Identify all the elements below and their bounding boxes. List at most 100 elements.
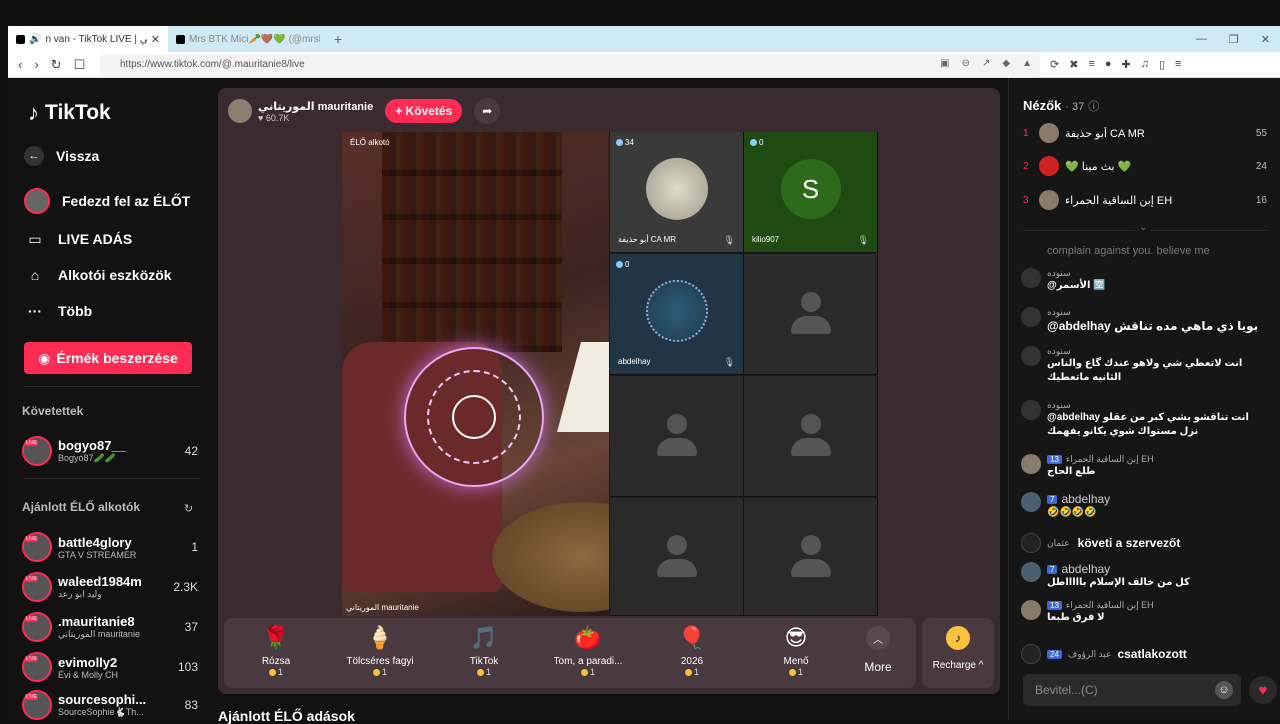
guest-slot[interactable]: 0 abdelhay 🎙 — [610, 254, 744, 375]
url-field[interactable]: https://www.tiktok.com/@.mauritanie8/liv… — [100, 53, 1040, 76]
host-avatar[interactable] — [228, 99, 252, 123]
gift-price-value: 1 — [797, 667, 803, 677]
empty-guest-slot[interactable] — [744, 254, 878, 375]
balloon-2026-icon: 🎈 — [678, 625, 706, 650]
refresh-icon[interactable]: ↻ — [184, 502, 193, 515]
chat-message[interactable]: عثمان követi a szervezőt — [1021, 533, 1269, 553]
music-icon[interactable]: ♫ — [1141, 58, 1149, 71]
coin-icon — [684, 668, 692, 676]
ranking-row[interactable]: 1 أبو حذيفة CA MR 55 — [1023, 121, 1267, 145]
avatar — [1021, 562, 1041, 582]
chat-message[interactable]: 24 عبد الرؤوف csatlakozott — [1021, 644, 1269, 664]
chat-text: követi a szervezőt — [1077, 535, 1181, 550]
follow-button[interactable]: + Követés — [385, 99, 463, 123]
chat-message[interactable]: سنوده @abdelhay انت تناقشو بشي كبر من عق… — [1021, 400, 1269, 438]
empty-guest-slot[interactable] — [744, 376, 878, 497]
get-coins-button[interactable]: ◉ Érmék beszerzése — [24, 342, 192, 374]
chat-text: لا فرق طبعا — [1047, 612, 1105, 623]
chat-user: سنوده — [1047, 346, 1269, 357]
chat-text: طلع الحاج — [1047, 466, 1096, 477]
gift-item[interactable]: 😎 Menő 1 — [744, 618, 848, 688]
minimize-icon[interactable]: — — [1196, 33, 1207, 45]
forward-nav-icon[interactable]: › — [34, 57, 38, 73]
extension-x-icon[interactable]: ✖ — [1069, 58, 1078, 71]
gift-item[interactable]: 🍦 Tölcséres fagyi 1 — [328, 618, 432, 688]
empty-guest-slot[interactable] — [744, 498, 878, 616]
following-item[interactable]: LIVE bogyo87__ Bogyó87🥒🥒 42 — [22, 434, 198, 468]
logo-text: TikTok — [45, 101, 111, 124]
chat-message[interactable]: 13 إبن الساقية الحمراء EH طلع الحاج — [1021, 454, 1269, 479]
main-video[interactable]: ÉLŐ alkotó الموريتاني mauritanie — [342, 132, 609, 616]
tiktok-logo[interactable]: ♪ TikTok — [28, 100, 111, 126]
recharge-button[interactable]: ♪ Recharge ^ — [922, 618, 994, 688]
nav-live[interactable]: ▭ LIVE ADÁS — [24, 228, 132, 250]
extension-circle-icon[interactable]: ● — [1105, 58, 1112, 71]
tiktok-favicon-icon — [16, 34, 25, 44]
host-name[interactable]: الموريتاني mauritanie — [258, 100, 373, 113]
chat-message[interactable]: سنوده انت لاتعطي شي ولاهو عندك گاع والنا… — [1021, 346, 1269, 384]
chat-user: 13 إبن الساقية الحمراء EH — [1047, 600, 1269, 611]
chat-message[interactable]: 13 إبن الساقية الحمراء EH لا فرق طبعا — [1021, 600, 1269, 625]
more-gifts-button[interactable]: ︿ More — [848, 618, 908, 688]
coin-icon — [788, 668, 796, 676]
ranking-row[interactable]: 2 💚 بث مينا 💚 24 — [1023, 154, 1267, 178]
guest-slot[interactable]: S 0 kilio907 🎙 — [744, 132, 878, 253]
chevron-down-icon[interactable]: ⌄ — [1135, 222, 1152, 233]
chat-username: abdelhay — [1061, 492, 1111, 506]
menu-icon[interactable]: ≡ — [1175, 58, 1181, 71]
gift-item[interactable]: 🎵 TikTok 1 — [432, 618, 536, 688]
chat-message[interactable]: سنوده @الأسمر 🈳 — [1021, 268, 1269, 293]
recommended-item[interactable]: LIVE sourcesophi... SourceSophie🐇Th... 8… — [22, 688, 198, 722]
gift-item[interactable]: 🌹 Rózsa 1 — [224, 618, 328, 688]
guest-slot[interactable]: 34 أبو حذيفة CA MR 🎙 — [610, 132, 744, 253]
gift-item[interactable]: 🍅 Tom, a paradi... 1 — [536, 618, 640, 688]
translate-icon[interactable]: ⟳ — [1050, 58, 1059, 71]
video-grid[interactable]: ÉLŐ alkotó الموريتاني mauritanie 34 أبو … — [342, 132, 878, 616]
share-icon[interactable]: ➦ — [474, 98, 501, 124]
recommended-item[interactable]: LIVE waleed1984m وليد ابو رعد 2.3K — [22, 570, 198, 604]
emoji-icon[interactable]: ☺ — [1215, 681, 1233, 699]
hls-icon[interactable]: ≡ — [1088, 58, 1094, 71]
nav-explore-live[interactable]: Fedezd fel az ÉLŐT — [24, 188, 190, 214]
empty-guest-slot[interactable] — [610, 498, 744, 616]
empty-guest-slot[interactable] — [610, 376, 744, 497]
chat-input[interactable]: Bevitel...(C) ☺ — [1023, 674, 1241, 706]
brave-shield-icon[interactable]: ◆ — [1002, 58, 1010, 69]
sidebar-icon[interactable]: ▯ — [1159, 58, 1165, 71]
avatar — [1039, 156, 1059, 176]
recommended-item[interactable]: LIVE battle4glory GTA V STREAMER 1 — [22, 530, 198, 564]
reader-icon[interactable]: ▣ — [940, 58, 949, 69]
speaker-icon[interactable]: 🔊 — [29, 34, 41, 45]
rewards-icon[interactable]: ▲ — [1022, 58, 1032, 69]
puzzle-icon[interactable]: ✚ — [1122, 58, 1131, 71]
new-tab-icon[interactable]: + — [334, 31, 342, 47]
viewers-header[interactable]: Nézők · 37 ⓘ — [1023, 98, 1099, 114]
close-window-icon[interactable]: ✕ — [1261, 33, 1270, 46]
bookshelf-scene — [382, 132, 562, 352]
share-page-icon[interactable]: ↗ — [982, 58, 990, 69]
help-icon[interactable]: ⓘ — [1088, 98, 1099, 114]
zoom-icon[interactable]: ⊖ — [962, 58, 970, 69]
gift-item[interactable]: 🎈 2026 1 — [640, 618, 744, 688]
chat-username: عثمان — [1047, 537, 1070, 548]
chat-message[interactable]: 7 abdelhay 🤣🤣🤣🤣 — [1021, 492, 1269, 520]
chat-message[interactable]: سنوده @abdelhay بويا ذي ماهي مده تناقش — [1021, 307, 1269, 334]
maximize-icon[interactable]: ❐ — [1229, 33, 1239, 46]
nav-more[interactable]: ··· Több — [24, 300, 92, 322]
browser-tab-inactive[interactable]: Mrs BTK Mici🥕🤎💚 (@mrsbtk) | — [168, 26, 328, 52]
like-heart-icon[interactable]: ♥ — [1249, 676, 1277, 704]
back-nav-icon[interactable]: ‹ — [18, 57, 22, 73]
chat-message[interactable]: 7 abdelhay كل من خالف الإسلام باااااطل — [1021, 562, 1269, 590]
chat-text: @abdelhay انت تناقشو بشي كبر من عقلو نزل… — [1047, 412, 1249, 437]
nav-creator-tools[interactable]: ⌂ Alkotói eszközök — [24, 264, 172, 286]
recommended-item[interactable]: LIVE evimolly2 Évi & Molly CH 103 — [22, 650, 198, 684]
browser-tab-active[interactable]: 🔊 n van - TikTok LIVE | الموريتاني ✕ — [8, 26, 168, 52]
close-tab-icon[interactable]: ✕ — [151, 33, 160, 46]
nav-back[interactable]: ← Vissza — [24, 146, 99, 166]
reload-icon[interactable]: ↻ — [51, 57, 62, 73]
ranking-row[interactable]: 3 إبن الساقية الحمراء EH 16 — [1023, 188, 1267, 212]
bookmark-icon[interactable]: ☐ — [74, 57, 86, 73]
recommended-item[interactable]: LIVE .mauritanie8 الموريتاني mauritanie … — [22, 610, 198, 644]
chat-text: كل من خالف الإسلام باااااطل — [1047, 577, 1190, 588]
url-text: https://www.tiktok.com/@.mauritanie8/liv… — [120, 59, 305, 70]
